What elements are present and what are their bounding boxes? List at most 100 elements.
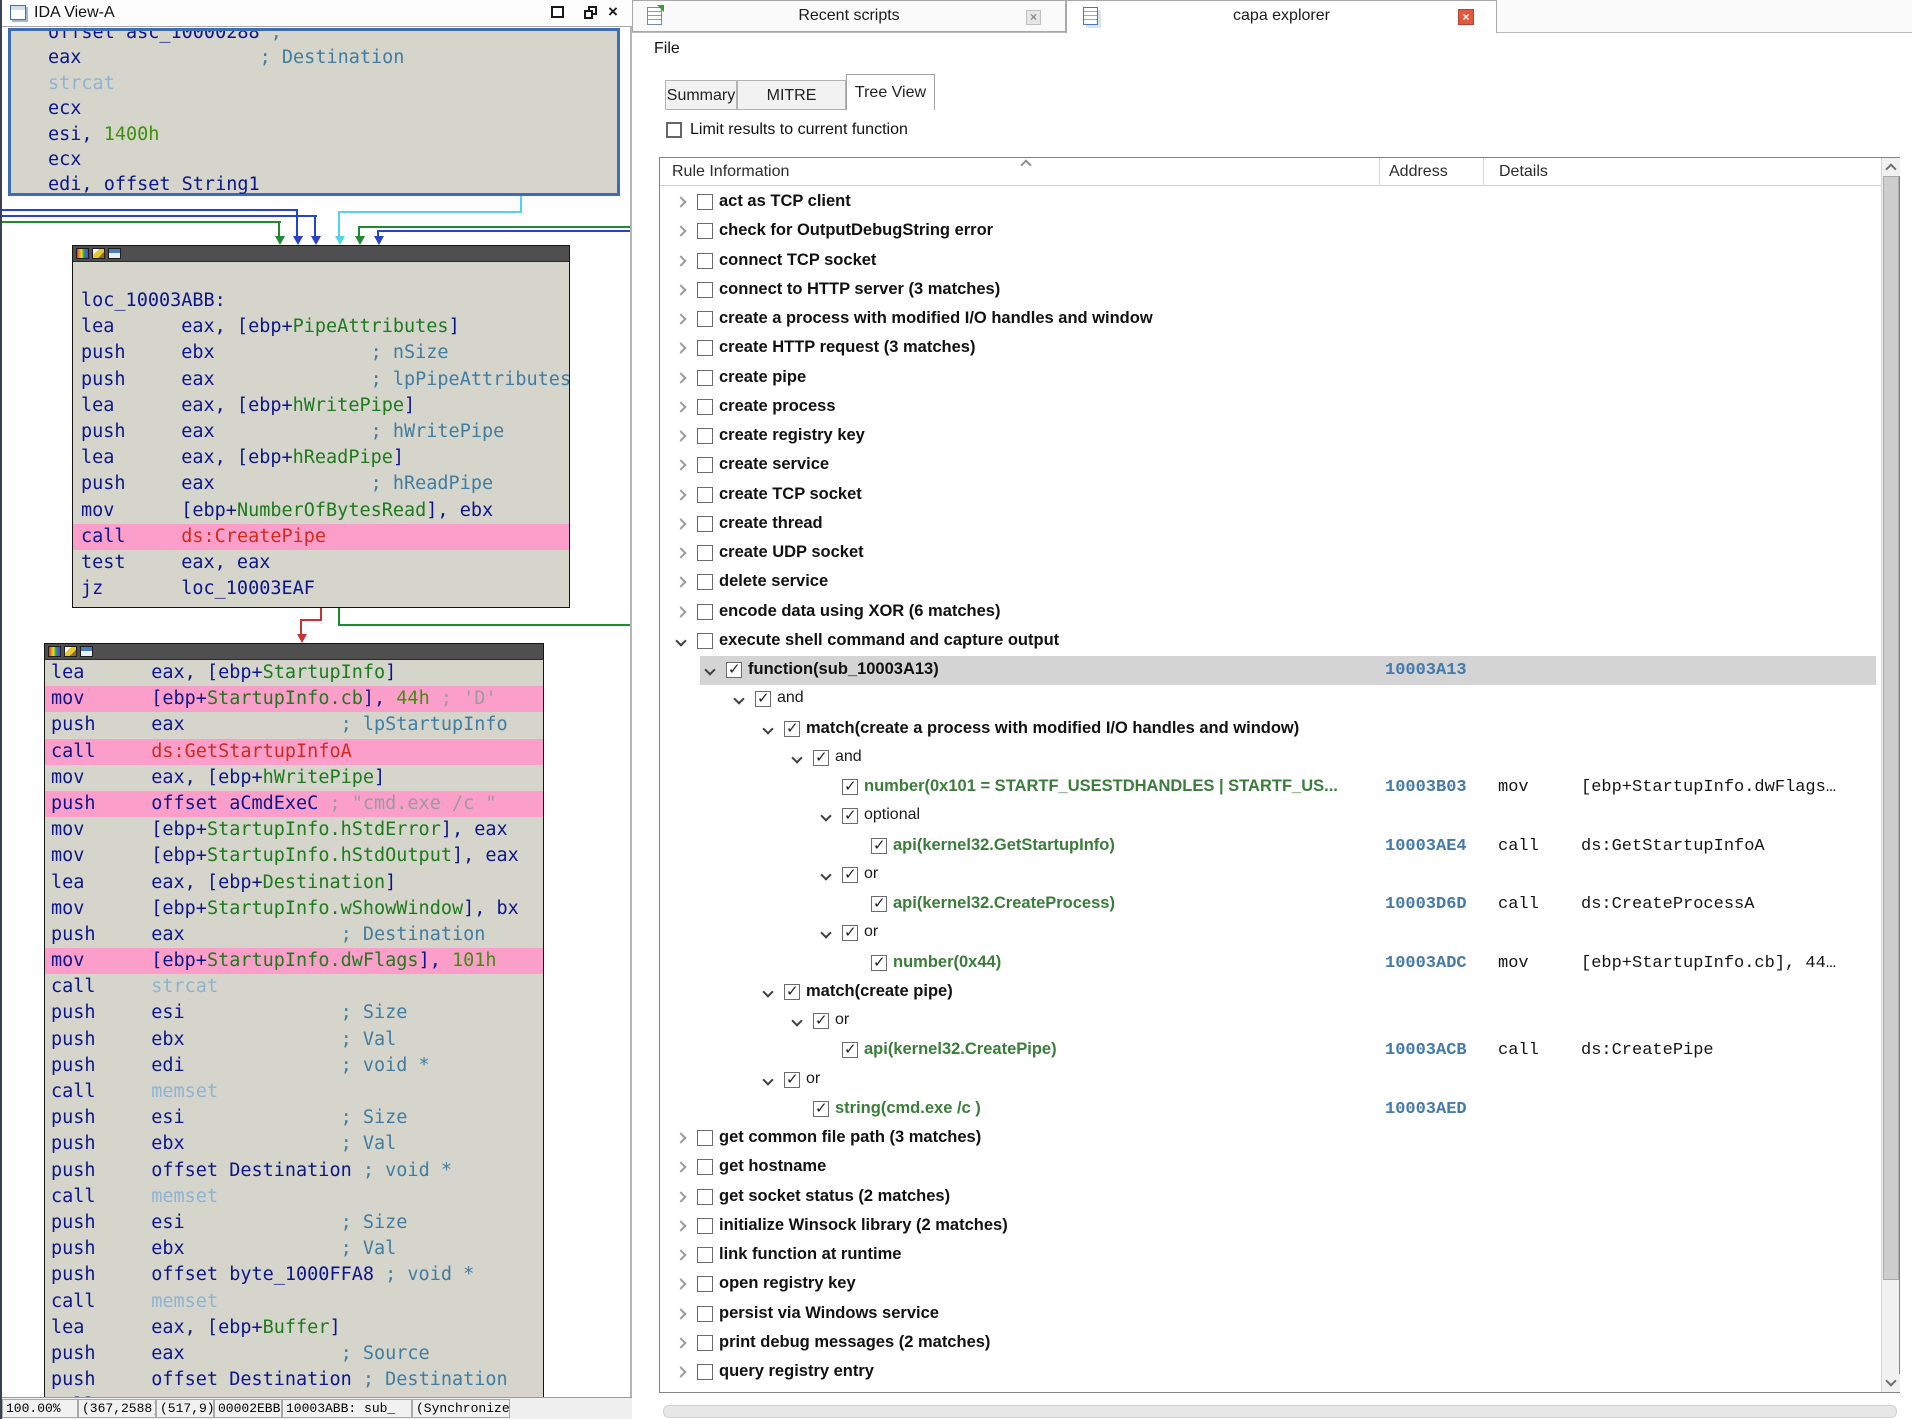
scroll-up-icon[interactable] bbox=[1882, 158, 1900, 176]
expand-arrow-icon[interactable] bbox=[675, 1249, 686, 1260]
expand-arrow-icon[interactable] bbox=[675, 313, 686, 324]
tree-row[interactable]: ✓number(0x101 = STARTF_USESTDHANDLES | S… bbox=[660, 773, 1881, 802]
tab-recent-scripts[interactable]: Recent scripts × bbox=[632, 0, 1066, 32]
tree-row[interactable]: ✓string(cmd.exe /c )10003AED bbox=[660, 1095, 1881, 1124]
tree-row[interactable]: encode data using XOR (6 matches) bbox=[660, 598, 1881, 627]
tree-row[interactable]: create pipe bbox=[660, 364, 1881, 393]
tree-header[interactable]: Rule Information Address Details bbox=[660, 158, 1881, 186]
row-checkbox[interactable] bbox=[697, 194, 713, 210]
row-checkbox[interactable] bbox=[697, 399, 713, 415]
tree-row[interactable]: create HTTP request (3 matches) bbox=[660, 334, 1881, 363]
tree-row[interactable]: ✓match(create pipe) bbox=[660, 978, 1881, 1007]
tab-capa-explorer[interactable]: capa explorer × bbox=[1066, 0, 1497, 33]
collapse-arrow-icon[interactable] bbox=[820, 928, 831, 939]
row-checkbox[interactable] bbox=[697, 1189, 713, 1205]
menu-file[interactable]: File bbox=[648, 38, 686, 60]
scroll-down-icon[interactable] bbox=[1882, 1374, 1900, 1392]
row-checkbox[interactable] bbox=[697, 574, 713, 590]
row-checkbox[interactable]: ✓ bbox=[842, 779, 858, 795]
tree-row[interactable]: ✓match(create a process with modified I/… bbox=[660, 715, 1881, 744]
expand-arrow-icon[interactable] bbox=[675, 460, 686, 471]
row-checkbox[interactable] bbox=[697, 223, 713, 239]
ida-titlebar[interactable]: IDA View-A × bbox=[0, 0, 632, 27]
expand-arrow-icon[interactable] bbox=[675, 226, 686, 237]
row-checkbox[interactable]: ✓ bbox=[784, 984, 800, 1000]
maximize-button[interactable] bbox=[551, 6, 564, 18]
row-checkbox[interactable] bbox=[697, 487, 713, 503]
row-checkbox[interactable] bbox=[697, 253, 713, 269]
column-rule-information[interactable]: Rule Information bbox=[672, 163, 789, 181]
tree-row[interactable]: ✓or bbox=[660, 861, 1881, 890]
tree-row[interactable]: create thread bbox=[660, 510, 1881, 539]
tree-row[interactable]: create process bbox=[660, 393, 1881, 422]
edit-icon[interactable] bbox=[64, 646, 77, 657]
row-checkbox[interactable]: ✓ bbox=[871, 896, 887, 912]
tree-row[interactable]: ✓api(kernel32.CreateProcess)10003D6Dcall… bbox=[660, 890, 1881, 919]
tree-row[interactable]: print debug messages (2 matches) bbox=[660, 1329, 1881, 1358]
tree-row[interactable]: ✓or bbox=[660, 1007, 1881, 1036]
tree-row[interactable]: create TCP socket bbox=[660, 481, 1881, 510]
tree-row[interactable]: create UDP socket bbox=[660, 539, 1881, 568]
tree-row[interactable]: act as TCP client bbox=[660, 188, 1881, 217]
row-checkbox[interactable]: ✓ bbox=[813, 1101, 829, 1117]
basic-block-b1[interactable]: offset asc_10000288 ; " "eax ; Destinati… bbox=[8, 28, 620, 196]
tree-row[interactable]: ✓or bbox=[660, 919, 1881, 948]
expand-arrow-icon[interactable] bbox=[675, 1162, 686, 1173]
row-checkbox[interactable] bbox=[697, 282, 713, 298]
row-checkbox[interactable] bbox=[697, 516, 713, 532]
row-checkbox[interactable] bbox=[697, 633, 713, 649]
collapse-arrow-icon[interactable] bbox=[733, 694, 744, 705]
row-checkbox[interactable] bbox=[697, 1364, 713, 1380]
collapse-arrow-icon[interactable] bbox=[820, 811, 831, 822]
vertical-scrollbar[interactable] bbox=[1881, 158, 1899, 1392]
row-checkbox[interactable] bbox=[697, 545, 713, 561]
basic-block-b3[interactable]: lea eax, [ebp+StartupInfo]mov [ebp+Start… bbox=[44, 643, 544, 1397]
expand-arrow-icon[interactable] bbox=[675, 1308, 686, 1319]
expand-arrow-icon[interactable] bbox=[675, 489, 686, 500]
tree-row[interactable]: create service bbox=[660, 451, 1881, 480]
expand-arrow-icon[interactable] bbox=[675, 1220, 686, 1231]
row-checkbox[interactable] bbox=[697, 1306, 713, 1322]
window-icon[interactable] bbox=[80, 646, 93, 657]
tree-row[interactable]: ✓number(0x44)10003ADCmov[ebp+StartupInfo… bbox=[660, 949, 1881, 978]
limit-results-checkbox[interactable] bbox=[666, 122, 682, 138]
tree-row[interactable]: persist via Windows service bbox=[660, 1300, 1881, 1329]
tree-row[interactable]: ✓and bbox=[660, 744, 1881, 773]
tree-row[interactable]: create a process with modified I/O handl… bbox=[660, 305, 1881, 334]
expand-arrow-icon[interactable] bbox=[675, 518, 686, 529]
row-checkbox[interactable] bbox=[697, 340, 713, 356]
row-checkbox[interactable] bbox=[697, 311, 713, 327]
row-checkbox[interactable]: ✓ bbox=[755, 691, 771, 707]
collapse-arrow-icon[interactable] bbox=[762, 1074, 773, 1085]
collapse-arrow-icon[interactable] bbox=[675, 635, 686, 646]
row-checkbox[interactable] bbox=[697, 1335, 713, 1351]
row-checkbox[interactable]: ✓ bbox=[842, 1042, 858, 1058]
expand-arrow-icon[interactable] bbox=[675, 1337, 686, 1348]
tree-row[interactable]: connect TCP socket bbox=[660, 247, 1881, 276]
collapse-arrow-icon[interactable] bbox=[791, 752, 802, 763]
tree-row[interactable]: ✓api(kernel32.CreatePipe)10003ACBcallds:… bbox=[660, 1036, 1881, 1065]
row-checkbox[interactable]: ✓ bbox=[871, 955, 887, 971]
tree-row[interactable]: get common file path (3 matches) bbox=[660, 1124, 1881, 1153]
column-address[interactable]: Address bbox=[1389, 163, 1448, 181]
row-checkbox[interactable] bbox=[697, 1218, 713, 1234]
expand-arrow-icon[interactable] bbox=[675, 547, 686, 558]
row-checkbox[interactable]: ✓ bbox=[871, 838, 887, 854]
scrollbar-thumb[interactable] bbox=[1883, 176, 1899, 1280]
row-checkbox[interactable]: ✓ bbox=[842, 925, 858, 941]
tab-tree-view[interactable]: Tree View bbox=[846, 74, 935, 110]
expand-arrow-icon[interactable] bbox=[675, 1279, 686, 1290]
column-details[interactable]: Details bbox=[1499, 163, 1548, 181]
palette-icon[interactable] bbox=[48, 646, 61, 657]
expand-arrow-icon[interactable] bbox=[675, 430, 686, 441]
row-checkbox[interactable]: ✓ bbox=[813, 1013, 829, 1029]
disassembly-graph[interactable]: offset asc_10000288 ; " "eax ; Destinati… bbox=[0, 27, 630, 1397]
tree-row[interactable] bbox=[660, 1387, 1881, 1392]
edit-icon[interactable] bbox=[92, 248, 105, 259]
row-checkbox[interactable] bbox=[697, 457, 713, 473]
tree-row[interactable]: ✓optional bbox=[660, 802, 1881, 831]
collapse-arrow-icon[interactable] bbox=[762, 986, 773, 997]
tree-row[interactable]: initialize Winsock library (2 matches) bbox=[660, 1212, 1881, 1241]
expand-arrow-icon[interactable] bbox=[675, 284, 686, 295]
window-icon[interactable] bbox=[108, 248, 121, 259]
